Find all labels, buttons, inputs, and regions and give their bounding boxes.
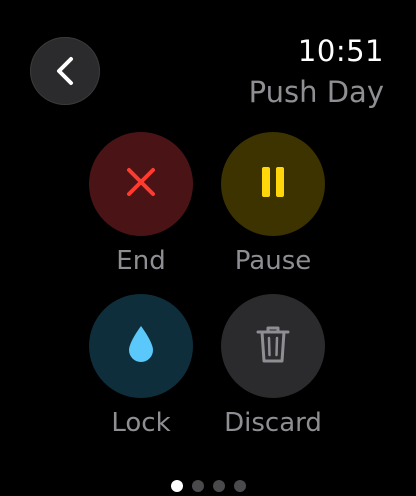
page-dot-2[interactable] — [191, 480, 204, 492]
end-circle — [89, 132, 193, 236]
pause-label: Pause — [234, 246, 312, 276]
page-dot-3[interactable] — [212, 480, 225, 492]
page-indicator — [0, 480, 416, 492]
lock-circle — [89, 294, 193, 398]
discard-circle — [221, 294, 325, 398]
pause-icon — [259, 165, 287, 203]
workout-title: Push Day — [248, 75, 384, 109]
lock-button[interactable]: Lock — [86, 294, 196, 438]
page-dot-4[interactable] — [233, 480, 246, 492]
x-mark-icon — [124, 165, 158, 203]
water-drop-icon — [126, 324, 156, 368]
discard-label: Discard — [224, 408, 322, 438]
chevron-left-icon — [54, 56, 76, 86]
discard-button[interactable]: Discard — [218, 294, 328, 438]
lock-label: Lock — [111, 408, 171, 438]
pause-button[interactable]: Pause — [218, 132, 328, 276]
page-dot-1[interactable] — [170, 480, 183, 492]
end-button[interactable]: End — [86, 132, 196, 276]
back-button[interactable] — [30, 37, 100, 105]
pause-circle — [221, 132, 325, 236]
status-time: 10:51 — [297, 34, 384, 68]
end-label: End — [116, 246, 166, 276]
trash-icon — [255, 324, 291, 368]
